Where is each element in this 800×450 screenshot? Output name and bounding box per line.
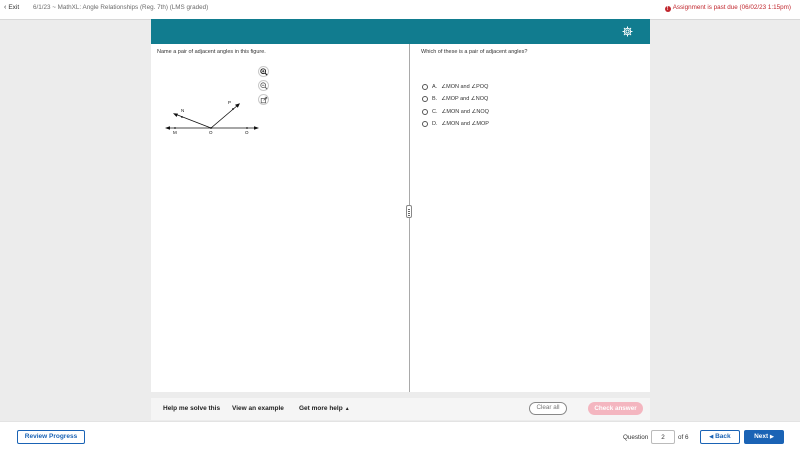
choice-text: ∠MON and ∠POQ [441,84,489,90]
right-pane: Which of these is a pair of adjacent ang… [410,44,650,392]
exit-label: Exit [8,4,20,11]
zoom-out-icon [260,82,268,90]
radio-button[interactable] [422,96,428,102]
angle-figure: M O Q N P [165,100,259,134]
label-p: P [228,100,231,105]
label-m: M [173,130,177,134]
back-button[interactable]: ◀ Back [700,430,740,444]
choice-text: ∠MOP and ∠NOQ [441,96,489,102]
label-o: O [209,130,213,134]
question-label: Question [623,434,649,441]
get-more-help-label: Get more help [299,405,343,412]
choice-c[interactable]: C. ∠MON and ∠NOQ [422,108,489,116]
radio-button[interactable] [422,84,428,90]
question-header [151,19,650,44]
choice-b[interactable]: B. ∠MOP and ∠NOQ [422,95,488,103]
course-title: 6/1/23 ~ MathXL: Angle Relationships (Re… [33,4,209,11]
left-pane: Name a pair of adjacent angles in this f… [151,44,409,392]
next-button[interactable]: Next ▶ [744,430,784,444]
review-progress-button[interactable]: Review Progress [17,430,85,444]
choice-d[interactable]: D. ∠MON and ∠MOP [422,120,489,128]
radio-button[interactable] [422,109,428,115]
past-due-notice: ! Assignment is past due (06/02/23 1:15pm… [664,4,791,12]
question-prompt: Name a pair of adjacent angles in this f… [157,49,266,55]
question-panel: Name a pair of adjacent angles in this f… [151,19,650,392]
question-total: of 6 [678,434,689,441]
next-label: Next [754,433,769,440]
help-bar: Help me solve this View an example Get m… [151,398,650,420]
zoom-in-icon [260,68,268,76]
chevron-left-icon: ◀ [709,434,714,440]
choice-text: ∠MON and ∠MOP [441,121,489,127]
label-n: N [181,108,184,113]
popout-button[interactable] [258,94,269,105]
choice-a[interactable]: A. ∠MON and ∠POQ [422,83,488,91]
help-me-solve-link[interactable]: Help me solve this [163,405,220,412]
back-label: Back [715,433,731,440]
chevron-left-icon: ‹ [4,4,7,11]
chevron-right-icon: ▶ [770,434,774,440]
choice-letter: B. [432,96,438,102]
radio-button[interactable] [422,121,428,127]
past-due-text: Assignment is past due (06/02/23 1:15pm) [672,4,791,11]
gear-icon[interactable] [622,26,633,37]
popout-icon [260,96,268,104]
view-example-link[interactable]: View an example [232,405,284,412]
get-more-help-link[interactable]: Get more help ▲ [299,405,350,412]
zoom-out-button[interactable] [258,80,269,91]
choice-letter: D. [432,121,438,127]
choice-letter: A. [432,84,438,90]
zoom-in-button[interactable] [258,66,269,77]
top-bar: ‹ Exit 6/1/23 ~ MathXL: Angle Relationshi… [0,0,800,20]
exit-button[interactable]: ‹ Exit [4,4,19,11]
warning-icon: ! [664,6,671,12]
caret-up-icon: ▲ [344,406,350,412]
clear-all-button[interactable]: Clear all [529,402,567,415]
footer-nav: Review Progress Question of 6 ◀ Back Nex… [0,421,800,450]
check-answer-button[interactable]: Check answer [588,402,643,415]
choice-text: ∠MON and ∠NOQ [441,109,489,115]
question-sub-prompt: Which of these is a pair of adjacent ang… [421,49,528,55]
choice-letter: C. [432,109,438,115]
label-q: Q [245,130,249,134]
question-number-input[interactable] [651,430,675,444]
